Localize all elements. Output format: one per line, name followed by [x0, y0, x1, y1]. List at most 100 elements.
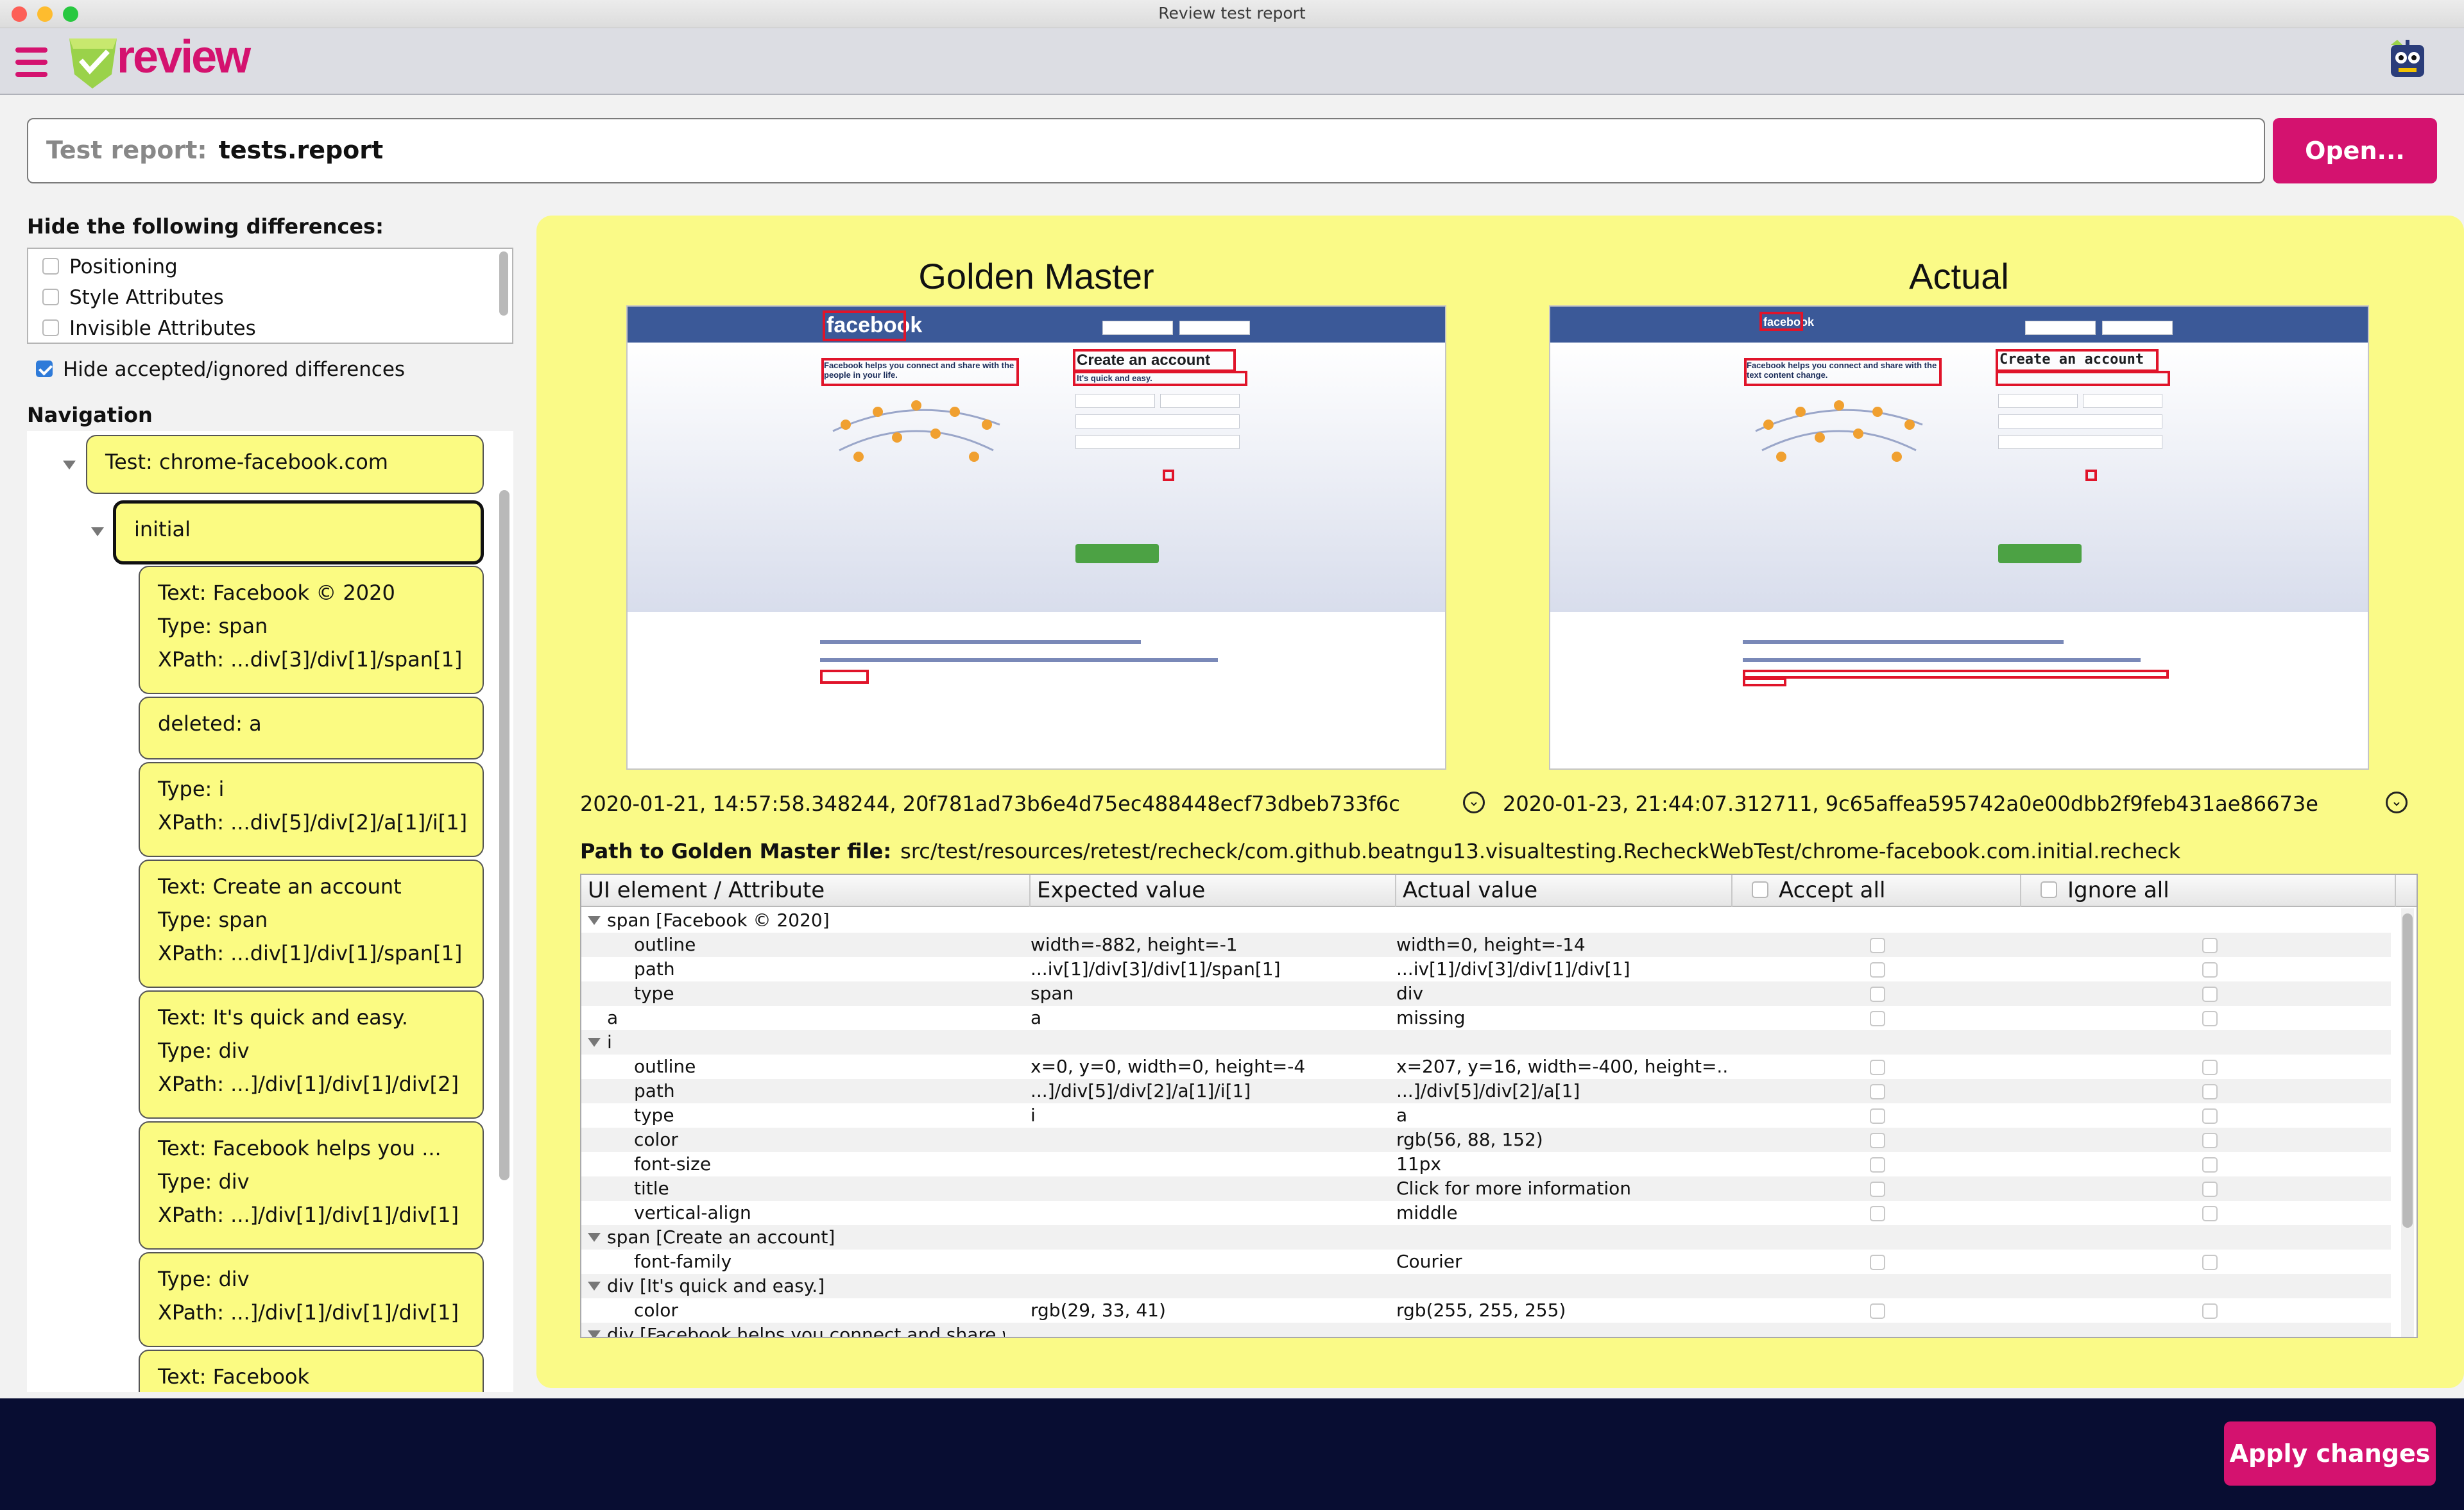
expand-test-icon[interactable]: [63, 461, 76, 470]
navigation-tree[interactable]: Test: chrome-facebook.com initial Text: …: [27, 431, 513, 1392]
accept-checkbox[interactable]: [1870, 1255, 1885, 1270]
table-row[interactable]: color rgb(56, 88, 152): [581, 1128, 2391, 1152]
table-row[interactable]: span [Facebook © 2020]: [581, 908, 2391, 933]
ignore-checkbox[interactable]: [2202, 1157, 2218, 1173]
expand-row-icon[interactable]: [588, 916, 601, 925]
header-actual[interactable]: Actual value: [1396, 875, 1733, 907]
chevron-down-circle-icon[interactable]: ⌄: [1463, 792, 1485, 813]
nav-diff-item[interactable]: Text: It's quick and easy. Type: div XPa…: [139, 990, 484, 1119]
table-row[interactable]: font-family Courier: [581, 1250, 2391, 1274]
table-row[interactable]: vertical-align middle: [581, 1201, 2391, 1225]
accept-checkbox[interactable]: [1870, 1157, 1885, 1173]
navigation-scrollbar[interactable]: [499, 490, 509, 1180]
ignore-checkbox[interactable]: [2202, 1011, 2218, 1026]
table-row[interactable]: outline x=0, y=0, width=0, height=-4 x=207…: [581, 1055, 2391, 1079]
filter-invisible-attributes[interactable]: Invisible Attributes: [42, 317, 256, 340]
nav-diff-item[interactable]: Type: i XPath: ...div[5]/div[2]/a[1]/i[1…: [139, 762, 484, 857]
accept-checkbox[interactable]: [1870, 938, 1885, 953]
accept-checkbox[interactable]: [1870, 1108, 1885, 1124]
expand-state-icon[interactable]: [91, 527, 104, 536]
accept-checkbox[interactable]: [1870, 1084, 1885, 1099]
chevron-down-circle-icon[interactable]: ⌄: [2386, 792, 2408, 813]
nav-diff-item[interactable]: Text: Facebook: [139, 1350, 484, 1392]
diff-highlight: [823, 310, 906, 341]
robot-avatar-icon[interactable]: [2387, 40, 2428, 81]
ignore-checkbox[interactable]: [2202, 1108, 2218, 1124]
header-element[interactable]: UI element / Attribute: [581, 875, 1031, 907]
test-report-value[interactable]: tests.report: [219, 136, 384, 164]
ignore-all-checkbox[interactable]: [2041, 881, 2057, 898]
row-actual-value: x=207, y=16, width=-400, height=...: [1396, 1056, 1730, 1077]
nav-state-node[interactable]: initial: [113, 500, 484, 564]
expand-row-icon[interactable]: [588, 1233, 601, 1242]
actual-screenshot[interactable]: facebook Facebook helps you connect and …: [1549, 305, 2369, 770]
accept-checkbox[interactable]: [1870, 1011, 1885, 1026]
table-row[interactable]: type i a: [581, 1103, 2391, 1128]
accept-all-checkbox[interactable]: [1752, 881, 1768, 898]
table-row[interactable]: path ...iv[1]/div[3]/div[1]/span[1] ...iv[…: [581, 957, 2391, 981]
table-row[interactable]: i: [581, 1030, 2391, 1055]
accept-checkbox[interactable]: [1870, 1060, 1885, 1075]
test-report-field[interactable]: Test report: tests.report: [27, 118, 2265, 183]
nav-diff-item[interactable]: Text: Create an account Type: span XPath…: [139, 860, 484, 988]
expand-row-icon[interactable]: [588, 1038, 601, 1047]
nav-diff-item[interactable]: Text: Facebook © 2020 Type: span XPath: …: [139, 566, 484, 694]
style-attributes-checkbox[interactable]: [42, 288, 59, 305]
ignore-checkbox[interactable]: [2202, 1182, 2218, 1197]
ignore-checkbox[interactable]: [2202, 1206, 2218, 1221]
table-row[interactable]: color rgb(29, 33, 41) rgb(255, 255, 255): [581, 1298, 2391, 1323]
hide-accepted-checkbox[interactable]: [36, 360, 53, 377]
header-accept-all[interactable]: Accept all: [1733, 875, 2021, 907]
table-row[interactable]: span [Create an account]: [581, 1225, 2391, 1250]
accept-checkbox[interactable]: [1870, 987, 1885, 1002]
invisible-attributes-checkbox[interactable]: [42, 319, 59, 336]
golden-master-screenshot[interactable]: facebook Facebook helps you connect and …: [626, 305, 1446, 770]
table-row[interactable]: div [It's quick and easy.]: [581, 1274, 2391, 1298]
fb-signup-button: [1075, 544, 1159, 563]
differences-table[interactable]: UI element / Attribute Expected value Ac…: [580, 874, 2418, 1338]
row-expected-value: [1031, 1225, 1390, 1250]
filter-positioning[interactable]: Positioning: [42, 255, 178, 278]
filter-list-scrollbar[interactable]: [499, 251, 508, 316]
open-button[interactable]: Open...: [2273, 118, 2437, 183]
accept-checkbox[interactable]: [1870, 1303, 1885, 1319]
hamburger-icon[interactable]: [15, 47, 47, 77]
accept-checkbox[interactable]: [1870, 1206, 1885, 1221]
ignore-checkbox[interactable]: [2202, 1060, 2218, 1075]
table-scroll-thumb[interactable]: [2402, 913, 2413, 1228]
table-row[interactable]: font-size 11px: [581, 1152, 2391, 1176]
table-row[interactable]: path ...]/div[5]/div[2]/a[1]/i[1] ...]/div…: [581, 1079, 2391, 1103]
row-actual-value: middle: [1396, 1202, 1458, 1223]
nav-diff-item[interactable]: Text: Facebook helps you ... Type: div X…: [139, 1121, 484, 1250]
table-row[interactable]: a a missing: [581, 1006, 2391, 1030]
header-expected[interactable]: Expected value: [1031, 875, 1396, 907]
table-row[interactable]: outline width=-882, height=-1 width=0, hei…: [581, 933, 2391, 957]
ignore-checkbox[interactable]: [2202, 1303, 2218, 1319]
ignore-checkbox[interactable]: [2202, 1255, 2218, 1270]
row-actual-value: ...iv[1]/div[3]/div[1]/div[1]: [1396, 958, 1630, 980]
header-ignore-all[interactable]: Ignore all: [2021, 875, 2396, 907]
accept-checkbox[interactable]: [1870, 1182, 1885, 1197]
hide-differences-list[interactable]: Positioning Style Attributes Invisible A…: [27, 248, 513, 344]
nav-diff-item[interactable]: Type: div XPath: ...]/div[1]/div[1]/div[…: [139, 1252, 484, 1347]
positioning-checkbox[interactable]: [42, 257, 59, 275]
expand-row-icon[interactable]: [588, 1282, 601, 1291]
table-row[interactable]: title Click for more information: [581, 1176, 2391, 1201]
ignore-checkbox[interactable]: [2202, 1133, 2218, 1148]
nav-test-node[interactable]: Test: chrome-facebook.com: [86, 435, 484, 494]
nav-diff-item[interactable]: deleted: a: [139, 697, 484, 759]
ignore-checkbox[interactable]: [2202, 1084, 2218, 1099]
table-scrollbar[interactable]: [2401, 908, 2414, 1337]
ignore-checkbox[interactable]: [2202, 987, 2218, 1002]
table-row[interactable]: div [Facebook helps you connect and shar…: [581, 1323, 2391, 1337]
accept-checkbox[interactable]: [1870, 962, 1885, 978]
expand-row-icon[interactable]: [588, 1330, 601, 1337]
filter-style-attributes[interactable]: Style Attributes: [42, 286, 224, 309]
apply-changes-button[interactable]: Apply changes: [2224, 1421, 2436, 1486]
table-row[interactable]: type span div: [581, 981, 2391, 1006]
ignore-checkbox[interactable]: [2202, 962, 2218, 978]
row-element-name: outline: [634, 1056, 696, 1077]
hide-accepted-option[interactable]: Hide accepted/ignored differences: [36, 358, 405, 381]
ignore-checkbox[interactable]: [2202, 938, 2218, 953]
accept-checkbox[interactable]: [1870, 1133, 1885, 1148]
